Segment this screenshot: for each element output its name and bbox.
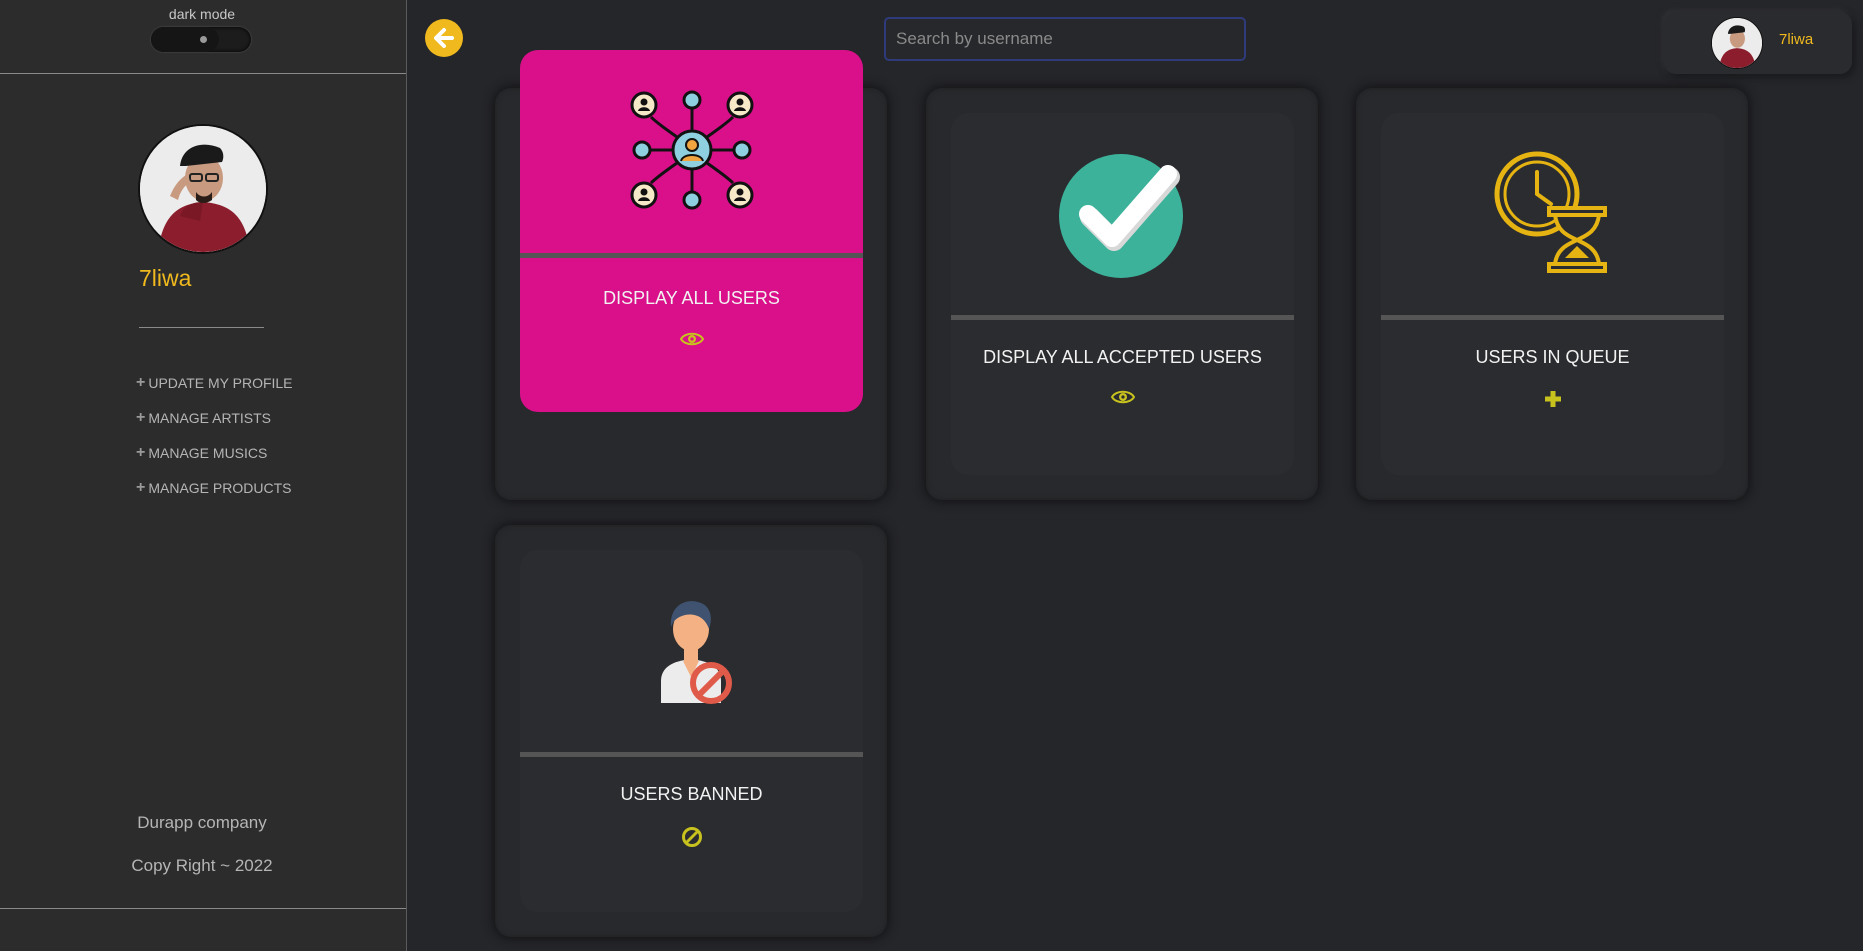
user-name: 7liwa [1779,31,1814,48]
ban-button[interactable] [520,826,863,848]
card-image [951,113,1294,313]
card-image [520,50,863,250]
profile-name: 7liwa [139,265,192,291]
person-photo-icon [1712,18,1762,68]
plus-icon [1544,391,1561,407]
card-image [520,550,863,750]
dark-mode-toggle[interactable] [151,27,251,52]
eye-icon [1110,390,1135,404]
sidebar-divider-top [0,73,406,74]
toggle-dot [200,36,207,43]
footer-copyright: Copy Right ~ 2022 [131,856,273,875]
menu-item-update-profile[interactable]: + UPDATE MY PROFILE [136,375,293,410]
view-button[interactable] [520,331,863,347]
menu-item-manage-musics[interactable]: + MANAGE MUSICS [136,445,293,480]
menu-item-label: MANAGE ARTISTS [148,410,272,426]
card-divider [520,253,863,258]
dark-mode-label: dark mode [168,6,236,22]
user-avatar [1711,17,1763,69]
plus-icon: + [136,444,146,461]
view-button[interactable] [951,389,1294,405]
banned-user-icon [660,601,732,704]
sidebar-menu: + UPDATE MY PROFILE + MANAGE ARTISTS + M… [136,375,293,515]
profile-divider [139,327,264,328]
arrow-left-icon [434,28,454,48]
plus-icon: + [136,374,146,391]
check-circle-icon [1058,154,1183,278]
footer-company: Durapp company [137,813,267,832]
card-divider [951,315,1294,320]
person-photo-icon [140,126,266,252]
users-network-icon [630,90,753,210]
card-users-banned[interactable]: USERS BANNED [520,550,863,912]
card-title: DISPLAY ALL USERS [603,288,780,308]
card-display-all-users[interactable]: DISPLAY ALL USERS [520,50,863,412]
menu-item-manage-products[interactable]: + MANAGE PRODUCTS [136,480,293,515]
card-title: USERS BANNED [620,784,763,804]
sidebar: dark mode 7liwa + UPDATE MY PROFILE + MA… [0,0,407,951]
menu-item-label: MANAGE PRODUCTS [148,480,292,496]
card-divider [1381,315,1724,320]
card-title: USERS IN QUEUE [1475,347,1630,367]
card-users-in-queue[interactable]: USERS IN QUEUE [1381,113,1724,475]
plus-icon: + [136,479,146,496]
profile-avatar [138,124,268,254]
menu-item-label: UPDATE MY PROFILE [148,375,293,391]
toggle-knob [151,27,219,52]
search-input[interactable] [884,17,1246,61]
card-display-accepted-users[interactable]: DISPLAY ALL ACCEPTED USERS [951,113,1294,475]
card-title: DISPLAY ALL ACCEPTED USERS [983,347,1262,367]
eye-icon [679,332,704,346]
clock-hourglass-icon [1494,151,1607,273]
ban-icon [681,827,702,847]
card-image [1381,113,1724,313]
menu-item-manage-artists[interactable]: + MANAGE ARTISTS [136,410,293,445]
menu-item-label: MANAGE MUSICS [148,445,268,461]
plus-icon: + [136,409,146,426]
add-button[interactable] [1381,389,1724,409]
card-divider [520,752,863,757]
user-chip[interactable]: 7liwa [1664,12,1852,74]
sidebar-divider-bottom [0,908,406,909]
back-button[interactable] [425,19,463,57]
